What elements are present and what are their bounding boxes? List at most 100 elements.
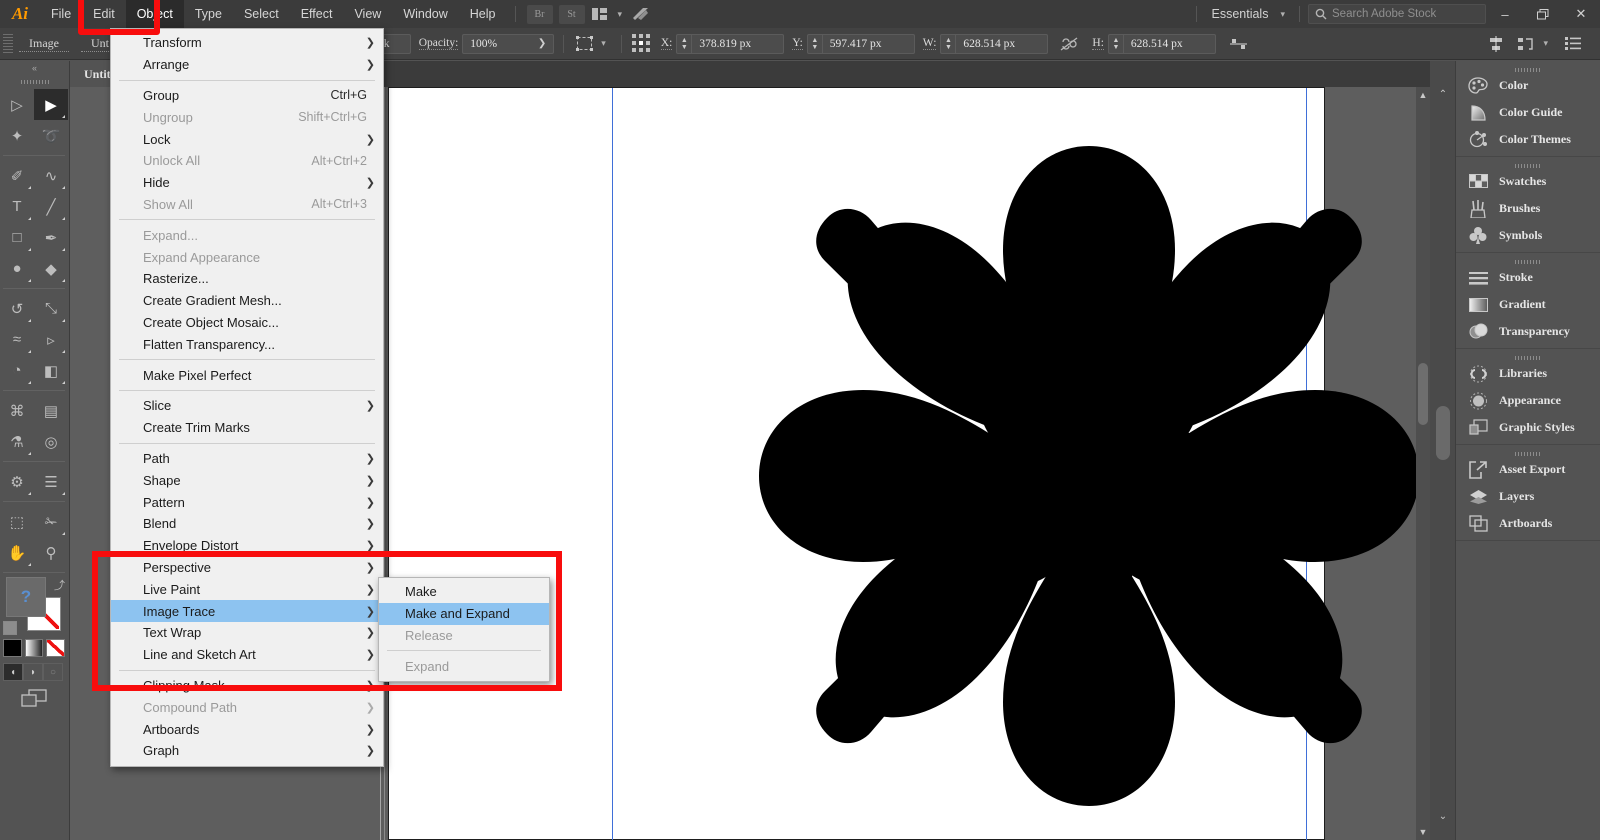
magic-wand-tool[interactable]: ✦ [0, 120, 34, 151]
menu-object[interactable]: Object [125, 0, 184, 28]
w-stepper[interactable]: ▲ ▼ [941, 34, 957, 53]
opacity-more-icon[interactable]: ❯ [538, 38, 553, 49]
column-graph-tool[interactable]: ☰ [34, 466, 68, 497]
default-fill-stroke-icon[interactable] [3, 621, 17, 635]
scroll-down-arrow-icon[interactable]: ▼ [1416, 824, 1430, 840]
object-menu-item-path[interactable]: Path ❯ [111, 448, 383, 470]
panel-button-asset-export[interactable]: Asset Export [1456, 456, 1600, 483]
object-menu-item-envelope-distort[interactable]: Envelope Distort ❯ [111, 535, 383, 557]
panel-group-grip[interactable] [1456, 61, 1600, 72]
perspective-grid-tool[interactable]: ◧ [34, 355, 68, 386]
dock-collapse-down-icon[interactable]: ⌄ [1430, 811, 1456, 822]
type-tool[interactable]: T [0, 191, 34, 222]
gradient-tool[interactable]: ▤ [34, 395, 68, 426]
x-input[interactable]: ▲ ▼ 378.819 px [676, 33, 785, 54]
artboard-tool[interactable]: ⬚ [0, 506, 34, 537]
menu-select[interactable]: Select [233, 0, 290, 28]
selection-tool[interactable]: ▷ [0, 89, 34, 120]
pen-tool[interactable]: ✐ [0, 160, 34, 191]
workspace-switcher[interactable]: Essentials [1205, 7, 1274, 21]
object-menu-item-text-wrap[interactable]: Text Wrap ❯ [111, 622, 383, 644]
draw-normal-icon[interactable]: ◖ [3, 663, 23, 681]
menu-effect[interactable]: Effect [290, 0, 344, 28]
h-input[interactable]: ▲ ▼ 628.514 px [1107, 33, 1216, 54]
object-menu-item-graph[interactable]: Graph ❯ [111, 740, 383, 762]
panel-button-layers[interactable]: Layers [1456, 483, 1600, 510]
menu-edit[interactable]: Edit [82, 0, 126, 28]
workspace-chevron-down-icon[interactable]: ▾ [1274, 9, 1291, 20]
y-stepper[interactable]: ▲ ▼ [808, 34, 823, 53]
zoom-tool[interactable]: ⚲ [34, 537, 68, 568]
menu-file[interactable]: File [40, 0, 82, 28]
object-menu-item-blend[interactable]: Blend ❯ [111, 513, 383, 535]
line-segment-tool[interactable]: ╱ [34, 191, 68, 222]
eraser-tool[interactable]: ◆ [34, 253, 68, 284]
object-menu-item-artboards[interactable]: Artboards ❯ [111, 718, 383, 740]
close-button[interactable]: ✕ [1562, 0, 1600, 28]
swap-fill-stroke-icon[interactable]: ⤴ [54, 577, 65, 593]
object-menu-item-line-and-sketch-art[interactable]: Line and Sketch Art ❯ [111, 644, 383, 666]
transform-icon[interactable] [573, 33, 595, 55]
transform-chevron-down-icon[interactable]: ▾ [595, 38, 612, 49]
slice-tool[interactable]: ✁ [34, 506, 68, 537]
object-menu-item-shape[interactable]: Shape ❯ [111, 469, 383, 491]
stock-icon[interactable]: St [558, 4, 585, 24]
object-menu-item-transform[interactable]: Transform ❯ [111, 32, 383, 54]
object-menu-item-clipping-mask[interactable]: Clipping Mask ❯ [111, 675, 383, 697]
panel-button-color-themes[interactable]: Color Themes [1456, 126, 1600, 153]
submenu-item-make-and-expand[interactable]: Make and Expand [379, 602, 549, 625]
free-transform-tool[interactable]: ▹ [34, 324, 68, 355]
y-input[interactable]: ▲ ▼ 597.417 px [806, 33, 915, 54]
more-options-icon[interactable] [1228, 33, 1250, 55]
panel-group-grip[interactable] [1456, 157, 1600, 168]
object-menu-item-slice[interactable]: Slice ❯ [111, 395, 383, 417]
opacity-input[interactable]: 100% ❯ [462, 33, 555, 54]
menu-type[interactable]: Type [184, 0, 233, 28]
panel-button-symbols[interactable]: Symbols [1456, 222, 1600, 249]
panel-button-libraries[interactable]: Libraries [1456, 360, 1600, 387]
menu-window[interactable]: Window [392, 0, 458, 28]
object-menu-item-live-paint[interactable]: Live Paint ❯ [111, 578, 383, 600]
direct-selection-tool[interactable]: ▶ [34, 89, 68, 120]
paintbrush-tool[interactable]: ✒ [34, 222, 68, 253]
minimize-button[interactable]: – [1486, 0, 1524, 28]
scale-tool[interactable]: ⤡ [34, 293, 68, 324]
w-input[interactable]: ▲ ▼ 628.514 px [940, 33, 1049, 54]
tools-panel-collapse[interactable]: « [0, 61, 69, 75]
change-screen-mode-icon[interactable] [3, 689, 65, 707]
panel-button-gradient[interactable]: Gradient [1456, 291, 1600, 318]
menu-help[interactable]: Help [459, 0, 507, 28]
panel-button-color[interactable]: Color [1456, 72, 1600, 99]
align-center-icon[interactable] [1485, 33, 1507, 55]
curvature-tool[interactable]: ∿ [34, 160, 68, 191]
eyedropper-tool[interactable]: ⚗ [0, 426, 34, 457]
restore-button[interactable] [1524, 0, 1562, 28]
object-menu-item-create-trim-marks[interactable]: Create Trim Marks [111, 417, 383, 439]
distribute-chevron-down-icon[interactable]: ▾ [1537, 38, 1554, 49]
panel-button-transparency[interactable]: Transparency [1456, 318, 1600, 345]
constrain-proportions-off-icon[interactable] [1058, 33, 1080, 55]
hand-tool[interactable]: ✋ [0, 537, 34, 568]
object-dropdown-menu[interactable]: Transform ❯ Arrange ❯ Group Ctrl+G Ungroup Shif… [110, 28, 384, 767]
object-menu-item-hide[interactable]: Hide ❯ [111, 172, 383, 194]
symbol-sprayer-tool[interactable]: ⚙ [0, 466, 34, 497]
color-swatch-button[interactable] [3, 639, 22, 657]
blend-tool[interactable]: ◎ [34, 426, 68, 457]
object-menu-item-image-trace[interactable]: Image Trace ❯ [111, 600, 383, 622]
menu-view[interactable]: View [343, 0, 392, 28]
scrollbar-thumb[interactable] [1418, 363, 1428, 425]
object-menu-item-group[interactable]: Group Ctrl+G [111, 85, 383, 107]
shape-builder-tool[interactable]: ◔ [0, 355, 34, 386]
rotate-tool[interactable]: ↺ [0, 293, 34, 324]
tools-panel-grip[interactable] [0, 75, 69, 89]
dock-resize-knob[interactable] [1436, 406, 1450, 460]
draw-inside-icon[interactable]: ○ [43, 663, 63, 681]
object-menu-item-create-object-mosaic[interactable]: Create Object Mosaic... [111, 312, 383, 334]
rectangle-tool[interactable]: □ [0, 222, 34, 253]
control-bar-grip[interactable] [3, 33, 13, 54]
panel-menu-icon[interactable] [1562, 33, 1584, 55]
fill-swatch[interactable]: ? [6, 577, 46, 617]
reference-point-icon[interactable] [631, 33, 653, 55]
artboard[interactable] [388, 87, 1419, 840]
h-stepper[interactable]: ▲ ▼ [1109, 34, 1124, 53]
